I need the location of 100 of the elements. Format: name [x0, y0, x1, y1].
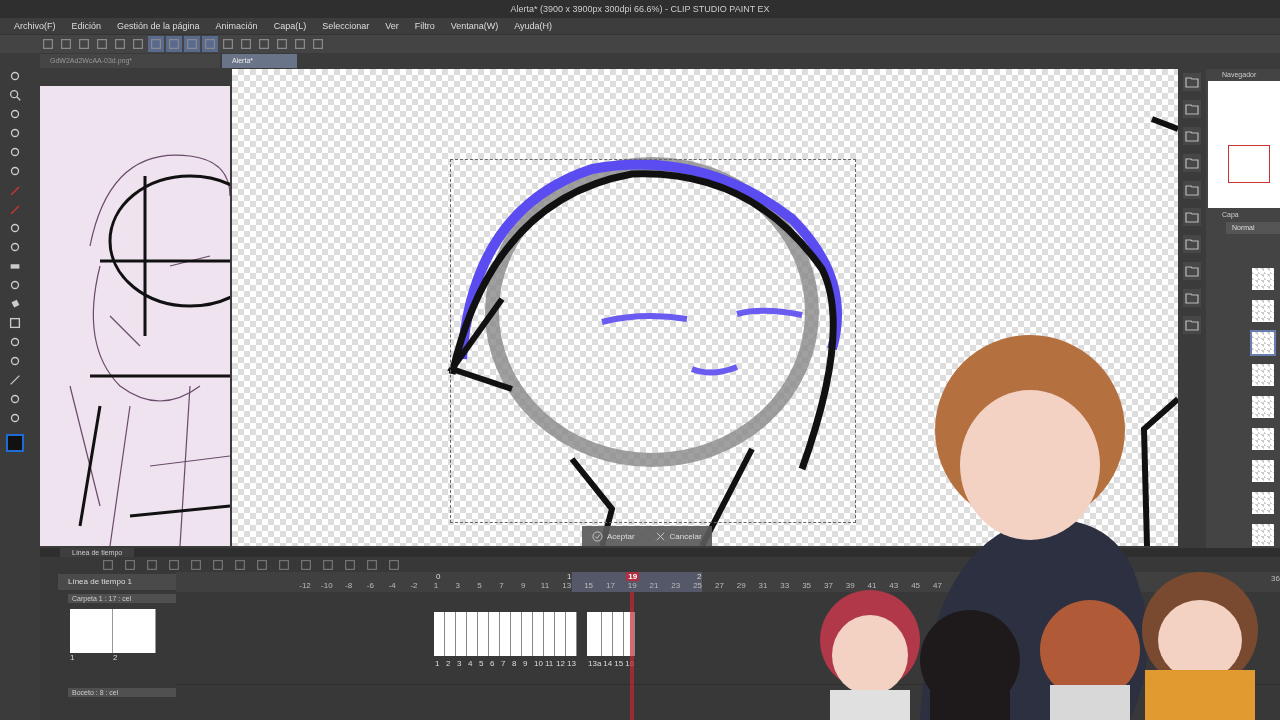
ruler-label: 23 [671, 581, 681, 590]
folder-icon[interactable] [1183, 235, 1201, 253]
folder-icon[interactable] [1183, 208, 1201, 226]
ruler-label: 47 [932, 581, 942, 590]
ruler-label: 37 [823, 581, 833, 590]
cel-thumbnail[interactable] [70, 609, 113, 653]
layer-thumbnail[interactable] [1250, 522, 1276, 548]
toolbar-icon[interactable] [238, 36, 254, 52]
layer-thumbnail[interactable] [1250, 426, 1276, 452]
line-icon[interactable] [8, 373, 22, 387]
cel-number: 13 [566, 658, 577, 668]
ruler-label: 3 [455, 581, 460, 590]
toolbar-icon[interactable] [310, 36, 326, 52]
cel-number: 1 [434, 658, 441, 668]
accept-button[interactable]: Aceptar [582, 526, 645, 546]
ruler-label: 5 [477, 581, 482, 590]
ruler-label: 27 [714, 581, 724, 590]
toolbar-icon[interactable] [94, 36, 110, 52]
window-title: Alerta* (3900 x 3900px 300dpi 66.6%) - CLIP STUDIO PAINT EX [510, 4, 770, 14]
layer-thumbnail[interactable] [1250, 330, 1276, 356]
toolbar-icon[interactable] [292, 36, 308, 52]
cel-number: 1 [70, 653, 76, 662]
cel-number: 3 [456, 658, 463, 668]
ruler-label: -12 [299, 581, 311, 590]
ruler-label: 29 [736, 581, 746, 590]
ruler-label: -10 [321, 581, 333, 590]
folder-icon[interactable] [1183, 262, 1201, 280]
search-icon[interactable] [8, 88, 22, 102]
cel-number: 11 [544, 658, 555, 668]
folder-icon[interactable] [1183, 154, 1201, 172]
ruler-label: 17 [605, 581, 615, 590]
cel-number: 14 [602, 658, 614, 668]
menu-item[interactable]: Ayuda(H) [506, 21, 561, 31]
folder-icon[interactable] [1183, 181, 1201, 199]
menu-item[interactable]: Filtro [406, 21, 443, 31]
ruler-label: 33 [780, 581, 790, 590]
cel-number: 5 [478, 658, 485, 668]
ruler-label: 31 [758, 581, 768, 590]
menu-item[interactable]: Edición [63, 21, 110, 31]
layer-thumbnail[interactable] [1250, 298, 1276, 324]
cel-number: 6 [489, 658, 496, 668]
folder-icon[interactable] [1183, 73, 1201, 91]
folder-icon[interactable] [1183, 127, 1201, 145]
current-frame: 19 [626, 572, 640, 581]
cel-thumbnail[interactable] [113, 609, 156, 653]
toolbar-icon[interactable] [130, 36, 146, 52]
menu-item[interactable]: Capa(L) [265, 21, 315, 31]
folder-icon[interactable] [1183, 289, 1201, 307]
cel-number: 2 [445, 658, 452, 668]
layer-thumbnail[interactable] [1250, 458, 1276, 484]
ruler-label: 9 [520, 581, 526, 590]
cel-number: 15 [613, 658, 625, 668]
ruler-label: 45 [911, 581, 921, 590]
ruler-label: -8 [345, 581, 353, 590]
cel-number: 4 [467, 658, 474, 668]
toolbar-icon[interactable] [256, 36, 272, 52]
menu-item[interactable]: Archivo(F) [6, 21, 64, 31]
cel-number: 2 [113, 653, 119, 662]
ruler-label: -2 [410, 581, 418, 590]
menu-item[interactable]: Ventana(W) [442, 21, 507, 31]
toolbar-icon[interactable] [220, 36, 236, 52]
folder-icon[interactable] [1183, 100, 1201, 118]
rect-icon[interactable] [8, 316, 22, 330]
ruler-label: 2 [697, 572, 702, 581]
cancel-button[interactable]: Cancelar [644, 526, 712, 546]
ruler-label: -6 [366, 581, 374, 590]
cel-block[interactable] [624, 612, 636, 656]
ruler-label: 7 [499, 581, 504, 590]
ruler-label: -4 [388, 581, 396, 590]
cel-number: 7 [500, 658, 507, 668]
layer-thumbnail[interactable] [1250, 394, 1276, 420]
frame-count: 36 [1271, 574, 1280, 583]
check-icon [592, 530, 603, 542]
toolbar-icon[interactable] [112, 36, 128, 52]
transform-box[interactable] [450, 159, 856, 523]
ruler-label: 35 [802, 581, 812, 590]
layer-thumbnail[interactable] [1250, 490, 1276, 516]
toolbar-icon[interactable] [40, 36, 56, 52]
layer-thumbnail[interactable] [1250, 266, 1276, 292]
ruler-label: 1 [433, 581, 439, 590]
ruler-label: 0 [436, 572, 441, 581]
cel-number: 10 [533, 658, 544, 668]
close-icon [654, 530, 666, 542]
menu-item[interactable]: Ver [377, 21, 407, 31]
menu-item[interactable]: Gestión de la página [109, 21, 208, 31]
ruler-label: 25 [693, 581, 703, 590]
toolbar-icon[interactable] [58, 36, 74, 52]
folder-icon[interactable] [1183, 316, 1201, 334]
ruler-label: 11 [540, 581, 550, 590]
ruler-label: 15 [584, 581, 594, 590]
color-swatch[interactable] [6, 434, 24, 452]
ruler-label: 21 [649, 581, 659, 590]
ruler-label: 43 [889, 581, 899, 590]
menu-item[interactable]: Animación [207, 21, 266, 31]
menu-item[interactable]: Seleccionar [314, 21, 378, 31]
cel-number: 8 [511, 658, 518, 668]
toolbar-icon[interactable] [76, 36, 92, 52]
timeline-dropdown[interactable]: Línea de tiempo 1 [58, 574, 176, 590]
toolbar-icon[interactable] [274, 36, 290, 52]
layer-thumbnail[interactable] [1250, 362, 1276, 388]
